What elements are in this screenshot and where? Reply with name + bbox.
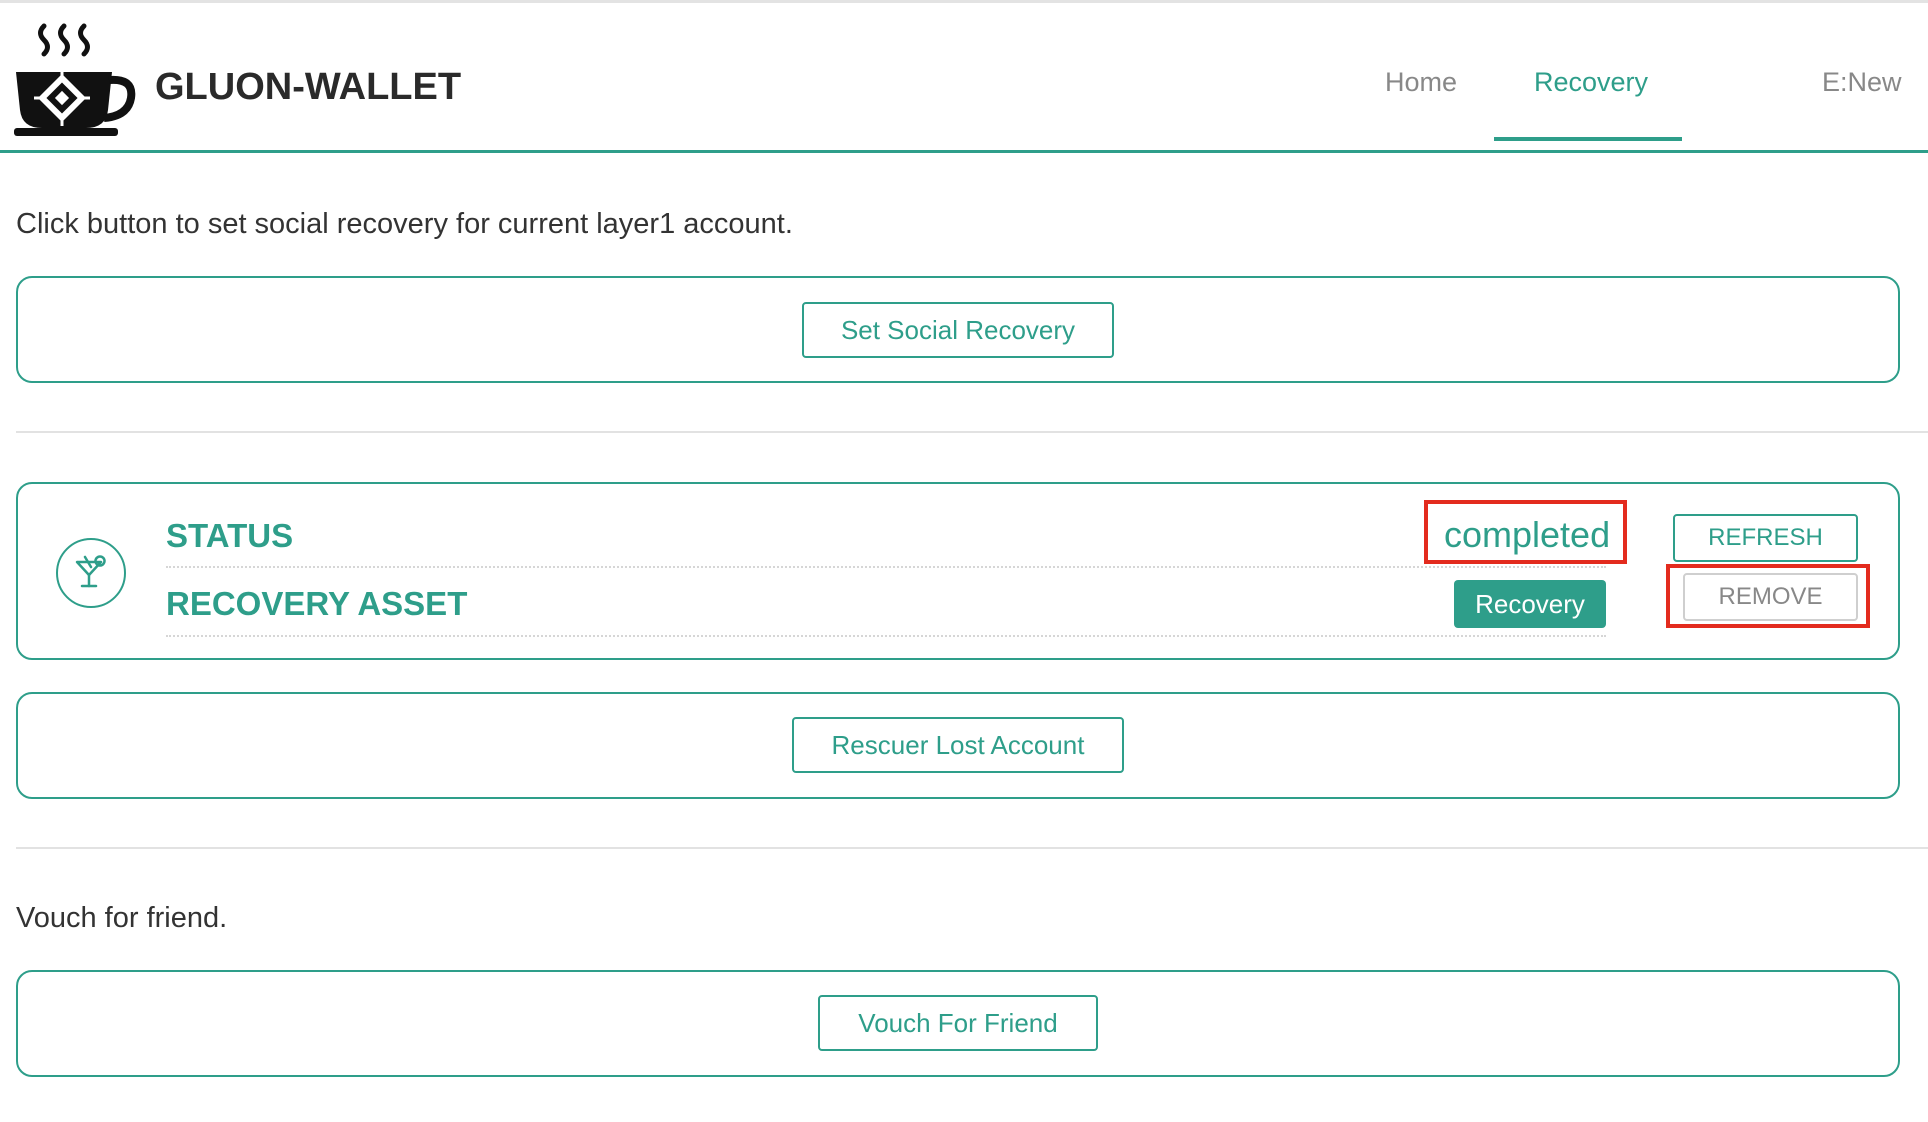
top-border: [0, 0, 1928, 3]
recovery-asset-label: RECOVERY ASSET: [166, 585, 468, 622]
nav-home[interactable]: Home: [1385, 67, 1457, 98]
section-divider: [16, 431, 1928, 433]
remove-button[interactable]: REMOVE: [1683, 573, 1858, 621]
nav-e-new[interactable]: E:New: [1822, 67, 1902, 98]
refresh-button[interactable]: REFRESH: [1673, 514, 1858, 562]
intro-text: Click button to set social recovery for …: [16, 208, 793, 240]
nav-recovery[interactable]: Recovery: [1534, 67, 1648, 98]
asset-row-divider: [166, 635, 1606, 637]
cocktail-icon: [56, 538, 126, 608]
status-label: STATUS: [166, 517, 294, 554]
rescuer-lost-account-button[interactable]: Rescuer Lost Account: [792, 717, 1124, 773]
section-divider-2: [16, 847, 1928, 849]
status-value: completed: [1444, 514, 1611, 555]
active-tab-indicator: [1494, 137, 1682, 141]
status-row-divider: [166, 566, 1606, 568]
vouch-text: Vouch for friend.: [16, 902, 228, 934]
vouch-for-friend-button[interactable]: Vouch For Friend: [818, 995, 1098, 1051]
recovery-button[interactable]: Recovery: [1454, 580, 1606, 628]
coffee-cup-chip-icon: [14, 22, 138, 140]
set-social-recovery-button[interactable]: Set Social Recovery: [802, 302, 1114, 358]
brand-name: GLUON-WALLET: [155, 66, 462, 108]
header-divider: [0, 150, 1928, 153]
